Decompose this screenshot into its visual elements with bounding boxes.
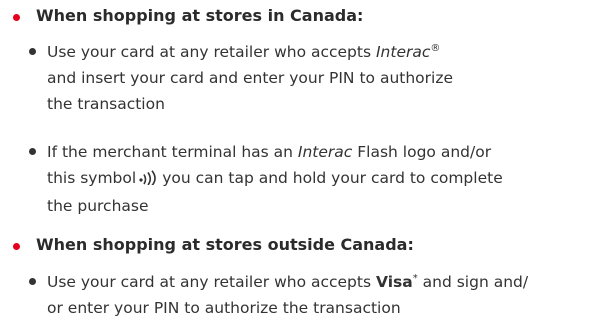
list-item-visa: Use your card at any retailer who accept… [29,269,528,321]
visa-brand-text: Visa [375,273,413,291]
item-line: the transaction [47,95,165,113]
item-line: Use your card at any retailer who accept… [47,39,453,65]
item-line: and insert your card and enter your PIN … [47,69,453,87]
item-line: Use your card at any retailer who accept… [47,269,528,295]
item-text: this symbol [47,169,137,187]
item-text: and sign and/ [417,273,529,291]
item-line: or enter your PIN to authorize the trans… [47,299,401,317]
section-bullet [13,14,20,21]
interac-brand-text: Interac [375,43,431,61]
contactless-icon [138,167,160,193]
section-heading-outside-canada: When shopping at stores outside Canada: [36,235,414,254]
item-text: Use your card at any retailer who accept… [47,43,376,61]
list-item-interac-flash: If the merchant terminal has an Interac … [29,139,503,219]
item-line: If the merchant terminal has an Interac … [47,139,503,165]
item-line: this symbol you can tap and hold your car… [47,165,503,193]
item-bullet [29,148,36,155]
list-item-interac-insert: Use your card at any retailer who accept… [29,39,453,117]
item-text: Flash logo and/or [352,143,492,161]
item-text: If the merchant terminal has an [47,143,298,161]
section-heading-canada: When shopping at stores in Canada: [36,6,364,25]
registered-mark: ® [430,42,441,54]
item-bullet [29,278,36,285]
item-text: you can tap and hold your card to comple… [162,169,503,187]
item-line: the purchase [47,197,149,215]
section-bullet [13,243,20,250]
interac-brand-text: Interac [297,143,353,161]
item-text: Use your card at any retailer who accept… [47,273,376,291]
item-bullet [29,48,36,55]
